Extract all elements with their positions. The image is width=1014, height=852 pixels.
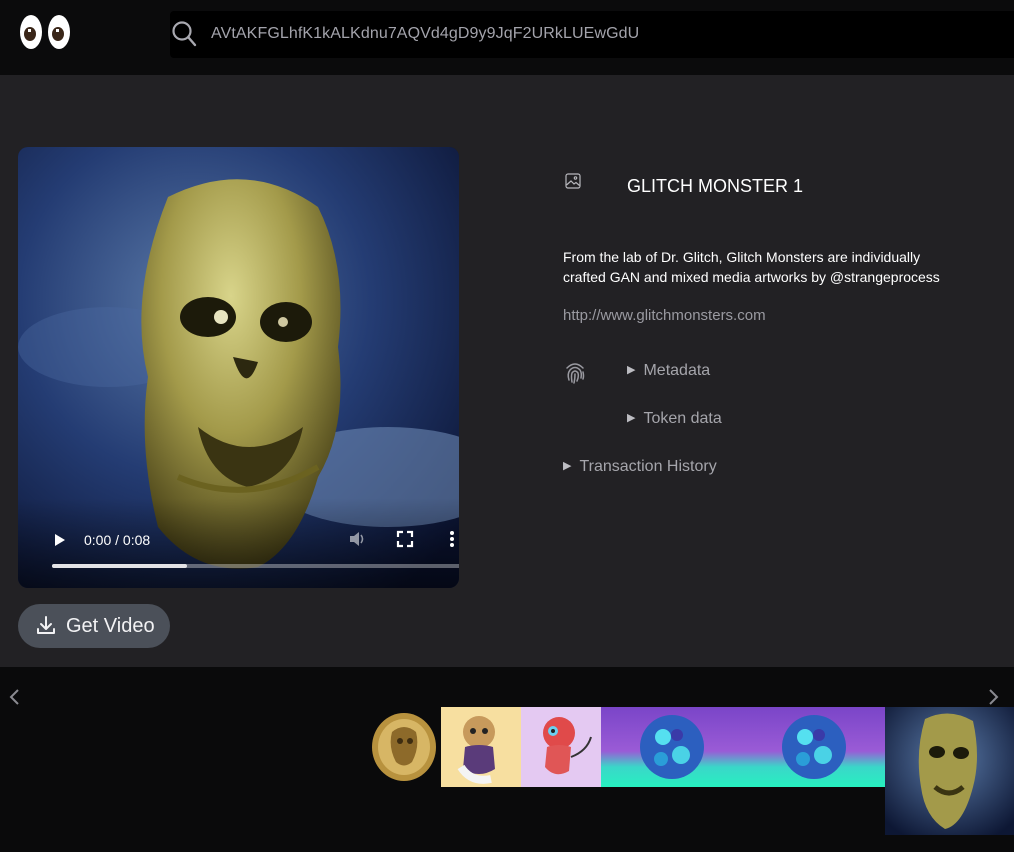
download-icon xyxy=(36,615,56,635)
triangle-right-icon: ▶ xyxy=(563,460,572,472)
eyes-icon[interactable] xyxy=(19,13,73,51)
triangle-right-icon: ▶ xyxy=(627,412,636,424)
chevron-right-icon[interactable] xyxy=(986,687,1000,707)
more-vertical-icon[interactable] xyxy=(448,529,456,549)
token-data-label: Token data xyxy=(643,410,722,427)
transaction-history-label: Transaction History xyxy=(579,458,717,475)
nft-detail: 0:00 / 0:08 Get Video GLITCH MONSTER 1 F… xyxy=(0,75,1014,667)
nft-description: From the lab of Dr. Glitch, Glitch Monst… xyxy=(563,249,940,285)
get-video-label: Get Video xyxy=(66,615,155,637)
metadata-label: Metadata xyxy=(643,362,711,379)
video-progress-fill xyxy=(52,564,187,568)
chevron-left-icon[interactable] xyxy=(8,687,22,707)
thumb-glitch-monster[interactable] xyxy=(885,707,1014,835)
get-video-button[interactable]: Get Video xyxy=(18,604,170,648)
external-link[interactable]: http://www.glitchmonsters.com xyxy=(563,307,766,324)
thumb-red-creature[interactable] xyxy=(521,707,601,787)
metadata-toggle[interactable]: ▶ Metadata xyxy=(627,362,710,380)
transaction-history-toggle[interactable]: ▶ Transaction History xyxy=(563,458,717,476)
triangle-right-icon: ▶ xyxy=(627,364,636,376)
thumb-glitch-sphere[interactable] xyxy=(601,707,743,787)
nft-title: GLITCH MONSTER 1 xyxy=(627,176,804,196)
video-progress-bar[interactable] xyxy=(52,564,459,568)
thumb-gold-coin[interactable] xyxy=(362,707,441,787)
nft-carousel xyxy=(0,667,1014,852)
search-input[interactable]: AVtAKFGLhfK1kALKdnu7AQVd4gD9y9JqF2URkLUE… xyxy=(211,25,639,43)
top-bar: AVtAKFGLhfK1kALKdnu7AQVd4gD9y9JqF2URkLUE… xyxy=(0,0,1014,75)
thumb-voodoo-doll[interactable] xyxy=(441,707,521,787)
token-data-toggle[interactable]: ▶ Token data xyxy=(627,410,722,428)
image-icon xyxy=(565,173,581,189)
volume-icon[interactable] xyxy=(347,529,367,549)
fingerprint-icon xyxy=(564,360,586,384)
time-display: 0:00 / 0:08 xyxy=(84,532,151,548)
play-icon[interactable] xyxy=(52,531,68,549)
thumb-glitch-sphere-2[interactable] xyxy=(743,707,885,787)
fullscreen-icon[interactable] xyxy=(396,530,414,548)
search-icon[interactable] xyxy=(171,20,197,48)
video-player[interactable]: 0:00 / 0:08 xyxy=(18,147,459,588)
